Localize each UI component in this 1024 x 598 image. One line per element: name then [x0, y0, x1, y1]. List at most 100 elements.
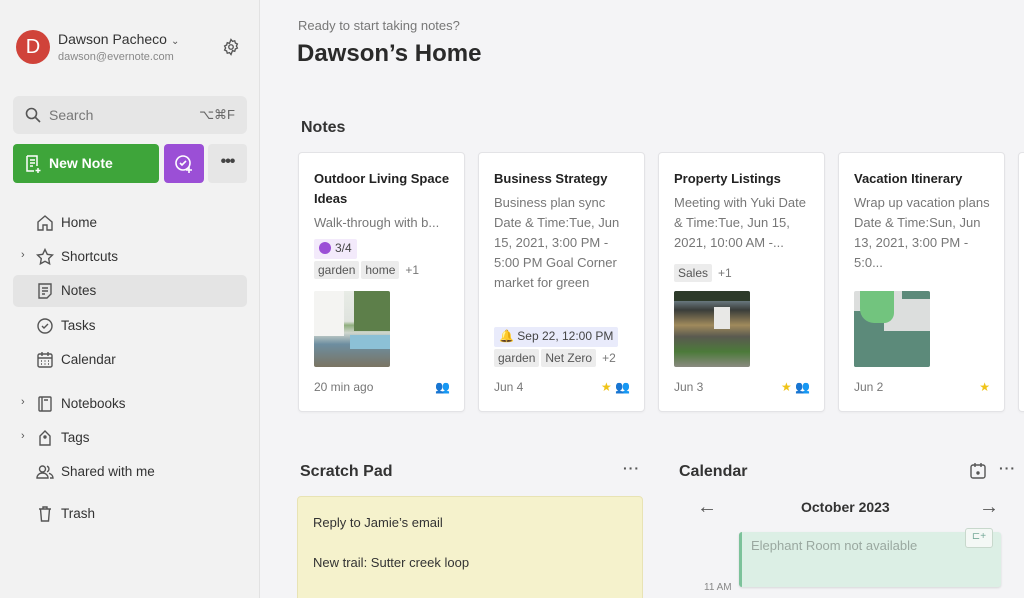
home-icon [37, 215, 53, 231]
bell-icon: 🔔 [499, 329, 514, 343]
note-date: Jun 2 [854, 380, 884, 394]
star-icon [36, 248, 54, 266]
tag-chip[interactable]: home [361, 261, 400, 279]
sidebar-item-label: Shortcuts [61, 249, 119, 264]
account-menu[interactable]: D Dawson Pacheco ⌄ dawson@evernote.com [16, 30, 246, 70]
search-placeholder: Search [49, 107, 94, 123]
sidebar: D Dawson Pacheco ⌄ dawson@evernote.com Se… [0, 0, 260, 598]
sidebar-item-notes[interactable]: Notes [13, 275, 247, 307]
shared-icon: 👥 [795, 380, 810, 394]
search-input[interactable]: Search ⌥⌘F [13, 96, 247, 134]
note-snippet: Business plan sync Date & Time:Tue, Jun … [494, 195, 620, 290]
note-title: Vacation Itinerary [854, 171, 963, 186]
more-tags[interactable]: +2 [602, 351, 616, 365]
map-thumbnail [854, 291, 930, 367]
tag-row: garden home +1 [314, 261, 419, 279]
note-date: 20 min ago [314, 380, 374, 394]
sidebar-item-label: Tags [61, 430, 90, 445]
sidebar-item-tasks[interactable]: Tasks [13, 310, 247, 342]
tag-row: garden Net Zero +2 [494, 349, 616, 367]
next-month-arrow-icon[interactable]: → [979, 496, 999, 519]
page-title: Dawson’s Home [297, 40, 482, 67]
note-card-partial[interactable] [1018, 152, 1024, 412]
star-icon: ★ [979, 380, 990, 394]
more-tags[interactable]: +1 [405, 263, 419, 277]
more-tags[interactable]: +1 [718, 266, 732, 280]
note-card[interactable]: Outdoor Living Space Ideas Walk-through … [298, 152, 465, 412]
chevron-right-icon[interactable]: › [21, 249, 25, 261]
tag-chip[interactable]: Sales [674, 264, 713, 282]
note-date: Jun 3 [674, 380, 704, 394]
sidebar-item-tags[interactable]: › Tags [13, 422, 247, 454]
notebook-icon [38, 396, 52, 412]
reminder-badge[interactable]: 🔔 Sep 22, 12:00 PM [494, 327, 619, 347]
tag-chip[interactable]: garden [314, 261, 360, 279]
sidebar-item-calendar[interactable]: Calendar [13, 344, 247, 376]
tag-icon [39, 430, 51, 446]
note-card[interactable]: Business Strategy Business plan sync Dat… [478, 152, 645, 412]
note-thumbnail [674, 291, 750, 367]
tag-chip[interactable]: garden [494, 349, 540, 367]
time-label: 11 AM [704, 582, 732, 593]
new-task-button[interactable] [164, 144, 204, 183]
greeting: Ready to start taking notes? [298, 18, 460, 33]
sidebar-item-label: Notes [61, 283, 97, 298]
account-name-text: Dawson Pacheco [58, 31, 167, 47]
more-actions-button[interactable]: ••• [208, 144, 247, 183]
calendar-event[interactable]: Elephant Room not available ⊏+ [739, 528, 1001, 587]
check-circle-icon [319, 242, 331, 254]
task-progress: 3/4 [335, 241, 352, 255]
chevron-right-icon[interactable]: › [21, 430, 25, 442]
new-task-icon [175, 155, 192, 173]
check-circle-icon [37, 318, 53, 334]
note-card[interactable]: Property Listings Meeting with Yuki Date… [658, 152, 825, 412]
note-icon [38, 283, 52, 299]
people-icon [36, 465, 54, 479]
scratch-pad-more-button[interactable]: ··· [623, 460, 640, 476]
sidebar-item-label: Notebooks [61, 396, 126, 411]
sidebar-item-home[interactable]: Home [13, 207, 247, 239]
new-note-button[interactable]: New Note [13, 144, 159, 183]
note-snippet: Meeting with Yuki Date & Time:Tue, Jun 1… [674, 195, 806, 250]
shared-icon: 👥 [615, 380, 630, 394]
notes-section-title[interactable]: Notes [301, 119, 345, 137]
note-status-icons: ★ 👥 [601, 380, 630, 394]
note-snippet: Walk-through with b... [314, 215, 440, 230]
account-name[interactable]: Dawson Pacheco ⌄ [58, 31, 179, 47]
scratch-pad-title: Scratch Pad [300, 463, 393, 480]
add-note-icon[interactable]: ⊏+ [965, 528, 993, 548]
note-status-icons: 👥 [435, 380, 450, 394]
chevron-down-icon: ⌄ [170, 36, 180, 47]
sidebar-item-trash[interactable]: Trash [13, 498, 247, 530]
tag-row: Sales +1 [674, 264, 732, 282]
note-card[interactable]: Vacation Itinerary Wrap up vacation plan… [838, 152, 1005, 412]
calendar-icon [37, 352, 53, 368]
task-progress-badge: 3/4 [314, 239, 357, 259]
chevron-right-icon[interactable]: › [21, 396, 25, 408]
note-status-icons: ★ 👥 [781, 380, 810, 394]
star-icon: ★ [600, 380, 612, 394]
reminder-time: Sep 22, 12:00 PM [517, 329, 614, 343]
note-status-icons: ★ [979, 380, 990, 394]
gear-icon[interactable] [222, 38, 240, 56]
sidebar-item-label: Trash [61, 506, 96, 521]
prev-month-arrow-icon[interactable]: ← [697, 496, 717, 519]
note-thumbnail [314, 291, 390, 367]
avatar[interactable]: D [16, 30, 50, 64]
note-title: Business Strategy [494, 171, 608, 186]
event-title: Elephant Room not available [751, 538, 918, 553]
scratch-pad-editor[interactable]: Reply to Jamie’s email New trail: Sutter… [297, 496, 643, 598]
note-snippet: Wrap up vacation plans Date & Time:Sun, … [854, 195, 990, 270]
note-title: Outdoor Living Space Ideas [314, 171, 450, 206]
new-note-label: New Note [49, 155, 113, 171]
tag-chip[interactable]: Net Zero [541, 349, 597, 367]
main-content: Ready to start taking notes? Dawson’s Ho… [261, 0, 1024, 598]
note-title: Property Listings [674, 171, 781, 186]
sidebar-item-shortcuts[interactable]: › Shortcuts [13, 241, 247, 273]
sidebar-item-shared[interactable]: Shared with me [13, 456, 247, 488]
sidebar-item-notebooks[interactable]: › Notebooks [13, 388, 247, 420]
calendar-more-button[interactable]: ··· [999, 460, 1016, 476]
search-icon [25, 107, 41, 123]
calendar-title: Calendar [679, 463, 748, 480]
calendar-icon[interactable] [969, 462, 987, 480]
